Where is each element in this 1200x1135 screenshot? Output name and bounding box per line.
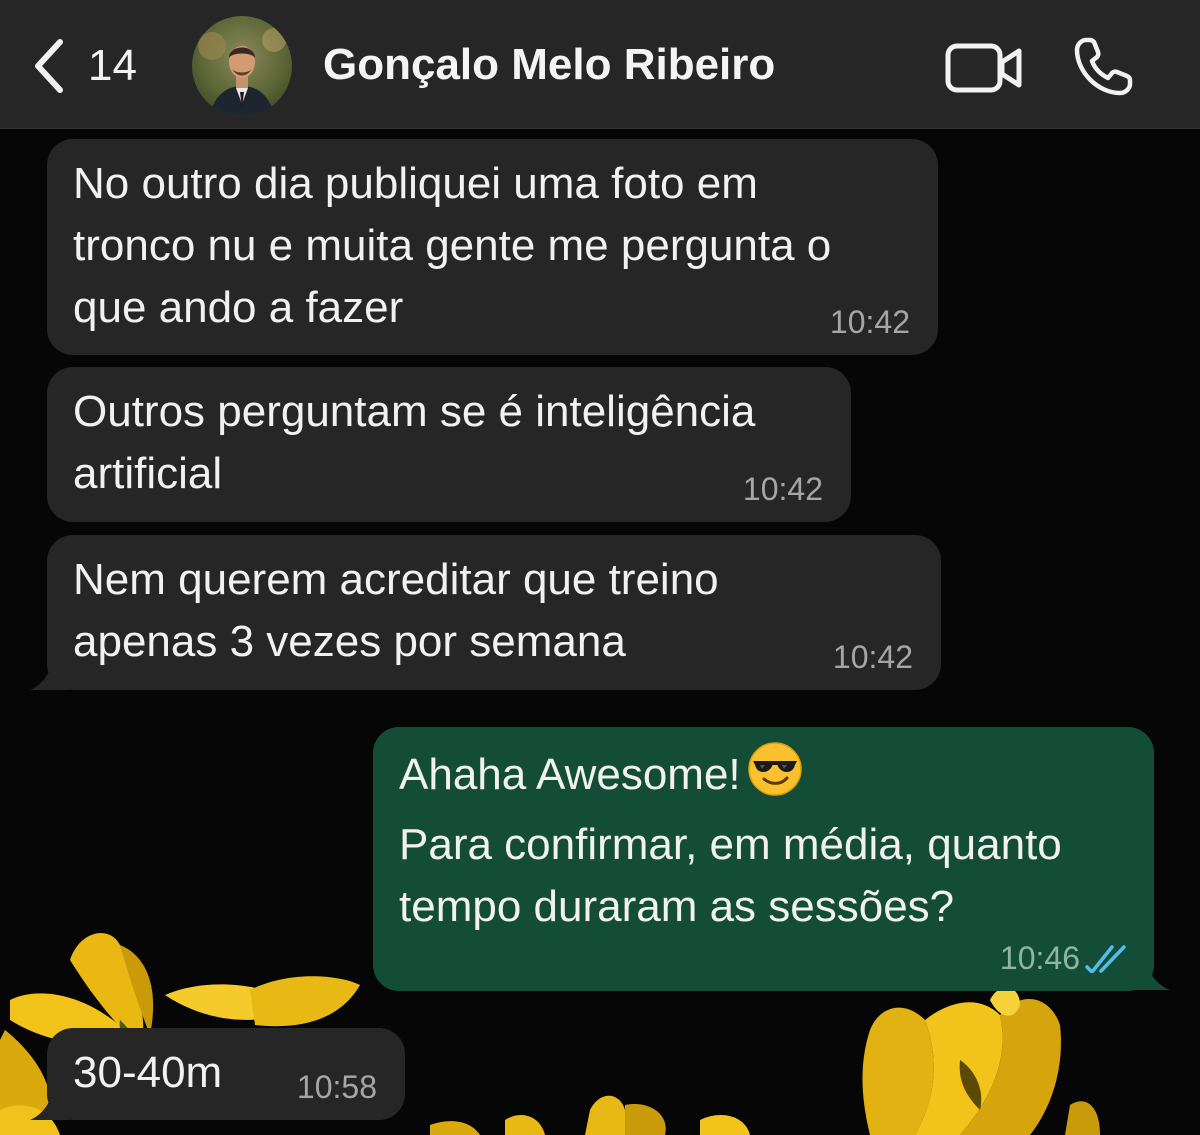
message-text: Outros perguntam se é inteligência artif…: [73, 387, 756, 498]
message-time: 10:46: [999, 940, 1080, 976]
phone-icon: [1074, 37, 1133, 96]
message-time: 10:42: [829, 304, 910, 340]
sunglasses-emoji-icon: [747, 741, 803, 814]
message-time: 10:42: [742, 471, 823, 507]
contact-photo: [192, 16, 292, 116]
message-text: Ahaha Awesome! Para confirmar, em média,…: [399, 741, 1128, 938]
avatar[interactable]: [192, 16, 292, 116]
message-text: Nem querem acreditar que treino apenas 3…: [73, 555, 719, 666]
chevron-left-icon: [35, 39, 63, 93]
message-text-line: Ahaha Awesome!: [399, 750, 741, 799]
read-receipt-double-check-icon: [1085, 945, 1126, 973]
chat-header: 14 Gonçalo Melo Ribeiro: [0, 0, 1200, 129]
message-bubble-incoming[interactable]: 30-40m 10:58: [47, 1028, 405, 1120]
message-bubble-incoming[interactable]: No outro dia publiquei uma foto em tronc…: [47, 139, 938, 355]
message-text: No outro dia publiquei uma foto em tronc…: [73, 159, 832, 332]
voice-call-button[interactable]: [1072, 36, 1136, 103]
message-bubble-outgoing[interactable]: Ahaha Awesome! Para confirmar, em média,…: [373, 727, 1154, 991]
back-button[interactable]: 14: [30, 34, 137, 98]
unread-count: 14: [88, 41, 137, 90]
video-call-button[interactable]: [944, 42, 1024, 99]
message-time: 10:58: [296, 1069, 377, 1105]
message-time: 10:42: [832, 639, 913, 675]
message-text-rest: Para confirmar, em média, quanto tempo d…: [399, 820, 1062, 931]
message-bubble-incoming[interactable]: Outros perguntam se é inteligência artif…: [47, 367, 851, 522]
video-camera-icon: [945, 43, 1022, 93]
message-bubble-incoming[interactable]: Nem querem acreditar que treino apenas 3…: [47, 535, 941, 690]
contact-name[interactable]: Gonçalo Melo Ribeiro: [323, 40, 775, 90]
chat-screen: 14 Gonçalo Melo Ribeiro No outro dia pub…: [0, 0, 1200, 1135]
